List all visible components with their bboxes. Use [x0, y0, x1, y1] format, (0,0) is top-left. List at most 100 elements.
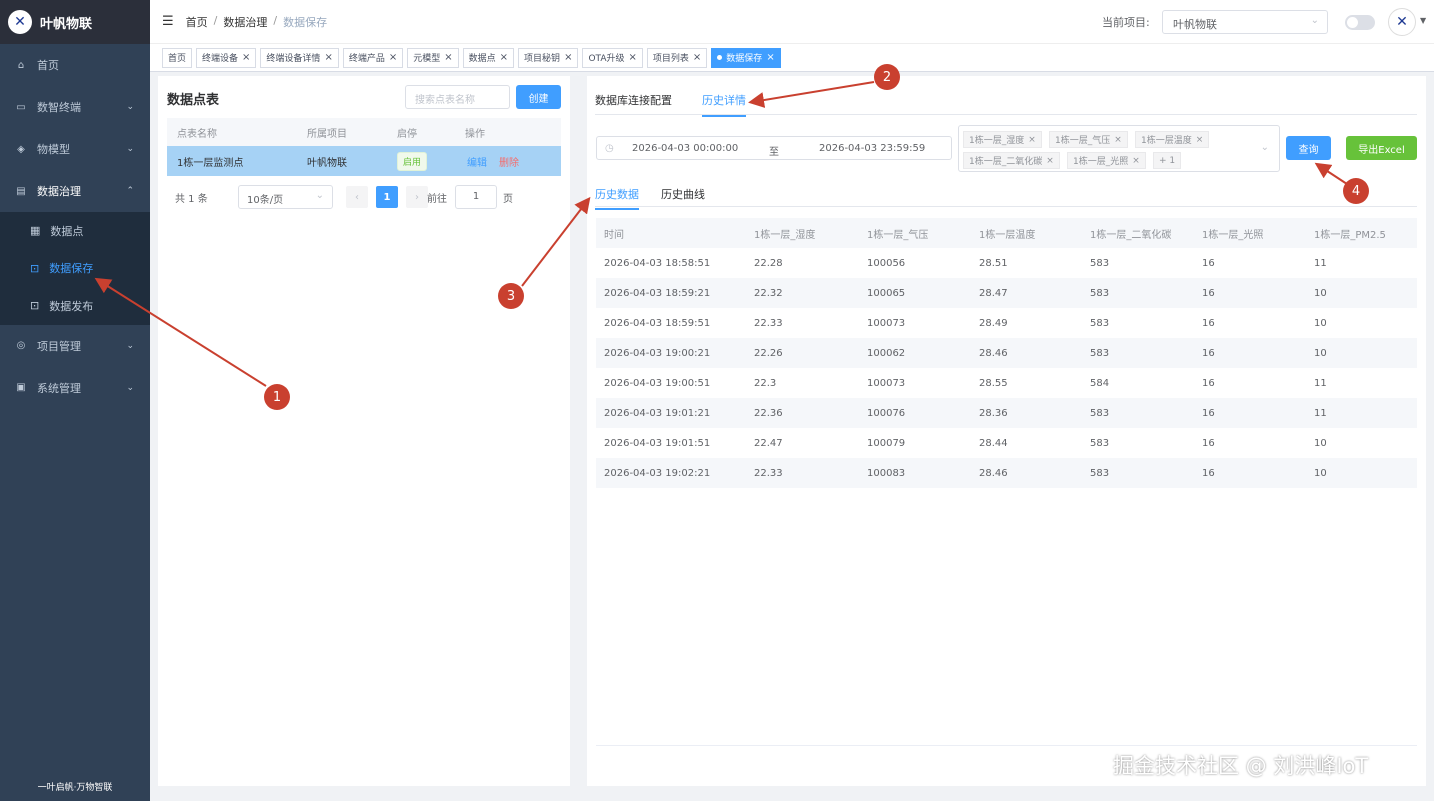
table-cell: 583	[1090, 287, 1110, 299]
close-icon[interactable]: ×	[1114, 135, 1122, 145]
tag-item[interactable]: 数据点 ×	[462, 47, 515, 68]
caret-down-icon[interactable]: ▼	[1420, 16, 1426, 25]
menu-toggle-icon[interactable]: ☰	[162, 14, 174, 29]
tag-label: 数据保存	[726, 54, 763, 64]
table-cell: 100062	[867, 347, 906, 359]
close-icon[interactable]: ×	[389, 52, 397, 63]
table-cell: 28.36	[979, 407, 1008, 419]
table-cell: 583	[1090, 317, 1110, 329]
logo-icon: ✕	[8, 10, 32, 34]
breadcrumb-item: 数据保存	[283, 15, 328, 29]
table-row[interactable]: 2026-04-03 18:58:51 22.28 100056 28.51 583 16…	[596, 248, 1417, 278]
edit-link[interactable]: 编辑	[467, 154, 487, 169]
tag-item[interactable]: OTA升级 ×	[582, 47, 643, 68]
close-icon[interactable]: ×	[766, 52, 774, 63]
tag-item[interactable]: 终端设备详情 ×	[260, 47, 339, 68]
tag-item[interactable]: 项目列表 ×	[646, 47, 708, 68]
tag-home[interactable]: 首页	[162, 47, 193, 68]
sidebar-footer: 一叶启帆·万物智联	[37, 783, 113, 793]
point-project: 叶帆物联	[307, 157, 347, 169]
table-cell: 28.44	[979, 437, 1008, 449]
breadcrumb-item[interactable]: 首页	[186, 14, 208, 30]
field-multiselect[interactable]: 1栋一层_湿度 × 1栋一层_气压 × 1栋一层温度 × 1栋一层_二氧化碳 × 1栋一…	[958, 125, 1280, 172]
tag-label: + 1	[1159, 155, 1176, 166]
toggle-knob	[1347, 17, 1358, 28]
next-page-button[interactable]: ›	[406, 186, 428, 208]
close-icon[interactable]: ×	[444, 52, 452, 63]
delete-link[interactable]: 删除	[499, 154, 519, 169]
close-icon[interactable]: ×	[1196, 135, 1204, 145]
tag-item[interactable]: 项目秘钥 ×	[518, 47, 579, 68]
tag-item-active[interactable]: 数据保存 ×	[711, 47, 781, 68]
tag-label: 1栋一层_湿度	[969, 136, 1025, 146]
table-row[interactable]: 2026-04-03 19:02:21 22.33 100083 28.46 583 16…	[596, 458, 1417, 488]
column-header: 启停	[397, 128, 417, 140]
table-row[interactable]: 1栋一层监测点 叶帆物联 启用 编辑 删除	[167, 146, 561, 176]
table-row[interactable]: 2026-04-03 19:00:21 22.26 100062 28.46 583 16…	[596, 338, 1417, 368]
selected-tag: 1栋一层_二氧化碳 ×	[963, 152, 1060, 169]
tag-item[interactable]: 元模型 ×	[407, 47, 459, 68]
close-icon[interactable]: ×	[242, 52, 250, 63]
table-row[interactable]: 2026-04-03 19:01:21 22.36 100076 28.36 583 16…	[596, 398, 1417, 428]
page-number[interactable]: 1	[376, 186, 398, 208]
column-header: 1栋一层_二氧化碳	[1090, 229, 1172, 241]
table-cell: 100065	[867, 287, 906, 299]
tag-item[interactable]: 终端设备 ×	[196, 47, 257, 68]
query-button[interactable]: 查询	[1286, 136, 1331, 160]
tag-label: 终端产品	[348, 54, 385, 64]
table-cell: 583	[1090, 467, 1110, 479]
project-icon: ◎	[16, 340, 26, 351]
breadcrumb: 首页 / 数据治理 / 数据保存	[186, 14, 327, 30]
prev-page-button[interactable]: ‹	[346, 186, 368, 208]
theme-toggle[interactable]	[1345, 15, 1375, 30]
sidebar-item-data-point[interactable]: ▦ 数据点	[0, 212, 150, 250]
column-header: 操作	[465, 128, 485, 140]
page-size-select[interactable]: 10条/页 ⌄	[238, 185, 333, 209]
sidebar-item-data-governance[interactable]: ▤ 数据治理 ⌃	[0, 170, 150, 212]
export-excel-button[interactable]: 导出Excel	[1346, 136, 1417, 160]
table-row[interactable]: 2026-04-03 18:59:21 22.32 100065 28.47 583 16…	[596, 278, 1417, 308]
clock-icon: ◷	[605, 143, 614, 154]
close-icon[interactable]: ×	[1132, 156, 1140, 166]
sidebar-item-project[interactable]: ◎ 项目管理 ⌄	[0, 325, 150, 367]
avatar[interactable]: ✕	[1388, 8, 1416, 36]
chevron-down-icon: ⌄	[315, 190, 324, 201]
sidebar-item-data-save[interactable]: ⊡ 数据保存	[0, 250, 150, 288]
table-cell: 100076	[867, 407, 906, 419]
table-row[interactable]: 2026-04-03 18:59:51 22.33 100073 28.49 583 16…	[596, 308, 1417, 338]
date-start[interactable]: 2026-04-03 00:00:00	[632, 143, 738, 154]
search-input[interactable]: 搜索点表名称	[405, 85, 510, 109]
sidebar-item-terminal[interactable]: ▭ 数智终端 ⌄	[0, 86, 150, 128]
table-cell: 28.46	[979, 467, 1008, 479]
sidebar-item-label: 数智终端	[37, 101, 81, 114]
breadcrumb-separator: /	[213, 13, 218, 27]
close-icon[interactable]: ×	[693, 52, 701, 63]
sidebar-item-home[interactable]: ⌂ 首页	[0, 44, 150, 86]
brand[interactable]: ✕ 叶帆物联	[0, 0, 150, 44]
tag-label: 首页	[168, 54, 187, 64]
sidebar-item-model[interactable]: ◈ 物模型 ⌄	[0, 128, 150, 170]
tag-item[interactable]: 终端产品 ×	[342, 47, 404, 68]
goto-input[interactable]: 1	[455, 185, 497, 209]
sidebar-item-data-publish[interactable]: ⊡ 数据发布	[0, 287, 150, 325]
close-icon[interactable]: ×	[564, 52, 572, 63]
table-cell: 10	[1314, 437, 1327, 449]
date-range-picker[interactable]: ◷ 2026-04-03 00:00:00 至 2026-04-03 23:59…	[596, 136, 952, 160]
create-button[interactable]: 创建	[516, 85, 561, 109]
tag-label: 项目列表	[652, 54, 689, 64]
close-icon[interactable]: ×	[500, 52, 508, 63]
close-icon[interactable]: ×	[324, 52, 332, 63]
date-end[interactable]: 2026-04-03 23:59:59	[819, 143, 925, 154]
close-icon[interactable]: ×	[629, 52, 637, 63]
close-icon[interactable]: ×	[1046, 156, 1054, 166]
sidebar-item-system[interactable]: ▣ 系统管理 ⌄	[0, 367, 150, 409]
table-row[interactable]: 2026-04-03 19:01:51 22.47 100079 28.44 583 16…	[596, 428, 1417, 458]
table-row[interactable]: 2026-04-03 19:00:51 22.3 100073 28.55 584 16 1…	[596, 368, 1417, 398]
top-header: ☰ 首页 / 数据治理 / 数据保存 当前项目: 叶帆物联 ⌄ ✕ ▼	[150, 0, 1434, 44]
chevron-down-icon: ⌄	[1260, 142, 1269, 153]
project-select[interactable]: 叶帆物联 ⌄	[1162, 10, 1328, 34]
table-cell: 11	[1314, 377, 1327, 389]
sidebar: ✕ 叶帆物联 ⌂ 首页 ▭ 数智终端 ⌄ ◈ 物模型 ⌄ ▤ 数据治理 ⌃ ▦ …	[0, 0, 150, 801]
more-tags-count: + 1	[1153, 152, 1182, 169]
close-icon[interactable]: ×	[1028, 135, 1036, 145]
